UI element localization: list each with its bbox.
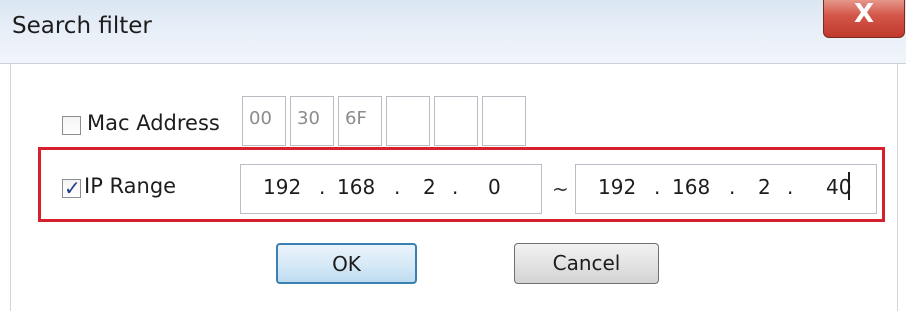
mac-octet-2-value: 30 — [297, 108, 320, 129]
ip-end-octet-2: 168 — [672, 175, 711, 199]
mac-octet-6[interactable] — [482, 96, 526, 146]
title-bar[interactable]: Search filter — [0, 0, 906, 64]
ip-start-octet-1: 192 — [263, 175, 302, 199]
close-icon: X — [853, 0, 875, 29]
ip-start-octet-3: 2 — [423, 175, 436, 199]
mac-octet-3-value: 6F — [345, 108, 367, 129]
window-title: Search filter — [12, 13, 152, 39]
ip-start-octet-2: 168 — [337, 175, 376, 199]
ip-start-octet-4: 0 — [488, 175, 501, 199]
ip-end-octet-1: 192 — [598, 175, 637, 199]
mac-address-label: Mac Address — [87, 111, 220, 135]
mac-octet-3[interactable]: 6F — [338, 96, 382, 146]
ip-dot: . — [394, 175, 401, 199]
mac-octet-2[interactable]: 30 — [290, 96, 334, 146]
ip-range-checkbox[interactable]: ✓ — [62, 176, 81, 200]
mac-octet-4[interactable] — [386, 96, 430, 146]
mac-octet-5[interactable] — [434, 96, 478, 146]
range-separator: ~ — [552, 177, 569, 201]
ip-range-label: IP Range — [84, 174, 177, 198]
ip-dot: . — [319, 175, 326, 199]
ip-range-end-input[interactable]: 192 . 168 . 2 . 40 — [575, 164, 877, 214]
ip-dot: . — [729, 175, 736, 199]
ip-dot: . — [787, 175, 794, 199]
mac-address-checkbox[interactable] — [62, 116, 81, 135]
mac-octet-1[interactable]: 00 — [242, 96, 286, 146]
ip-dot: . — [452, 175, 459, 199]
close-button[interactable]: X — [823, 0, 905, 38]
text-cursor — [848, 172, 850, 200]
ip-dot: . — [654, 175, 661, 199]
mac-octet-1-value: 00 — [249, 108, 272, 129]
ok-button[interactable]: OK — [276, 243, 417, 284]
search-filter-dialog: Search filter X Mac Address 00 30 6F ✓ I… — [0, 0, 906, 311]
ip-range-start-input[interactable]: 192 . 168 . 2 . 0 — [240, 164, 542, 214]
ip-end-octet-3: 2 — [758, 175, 771, 199]
checkmark-icon: ✓ — [64, 176, 81, 200]
cancel-button[interactable]: Cancel — [514, 243, 659, 284]
